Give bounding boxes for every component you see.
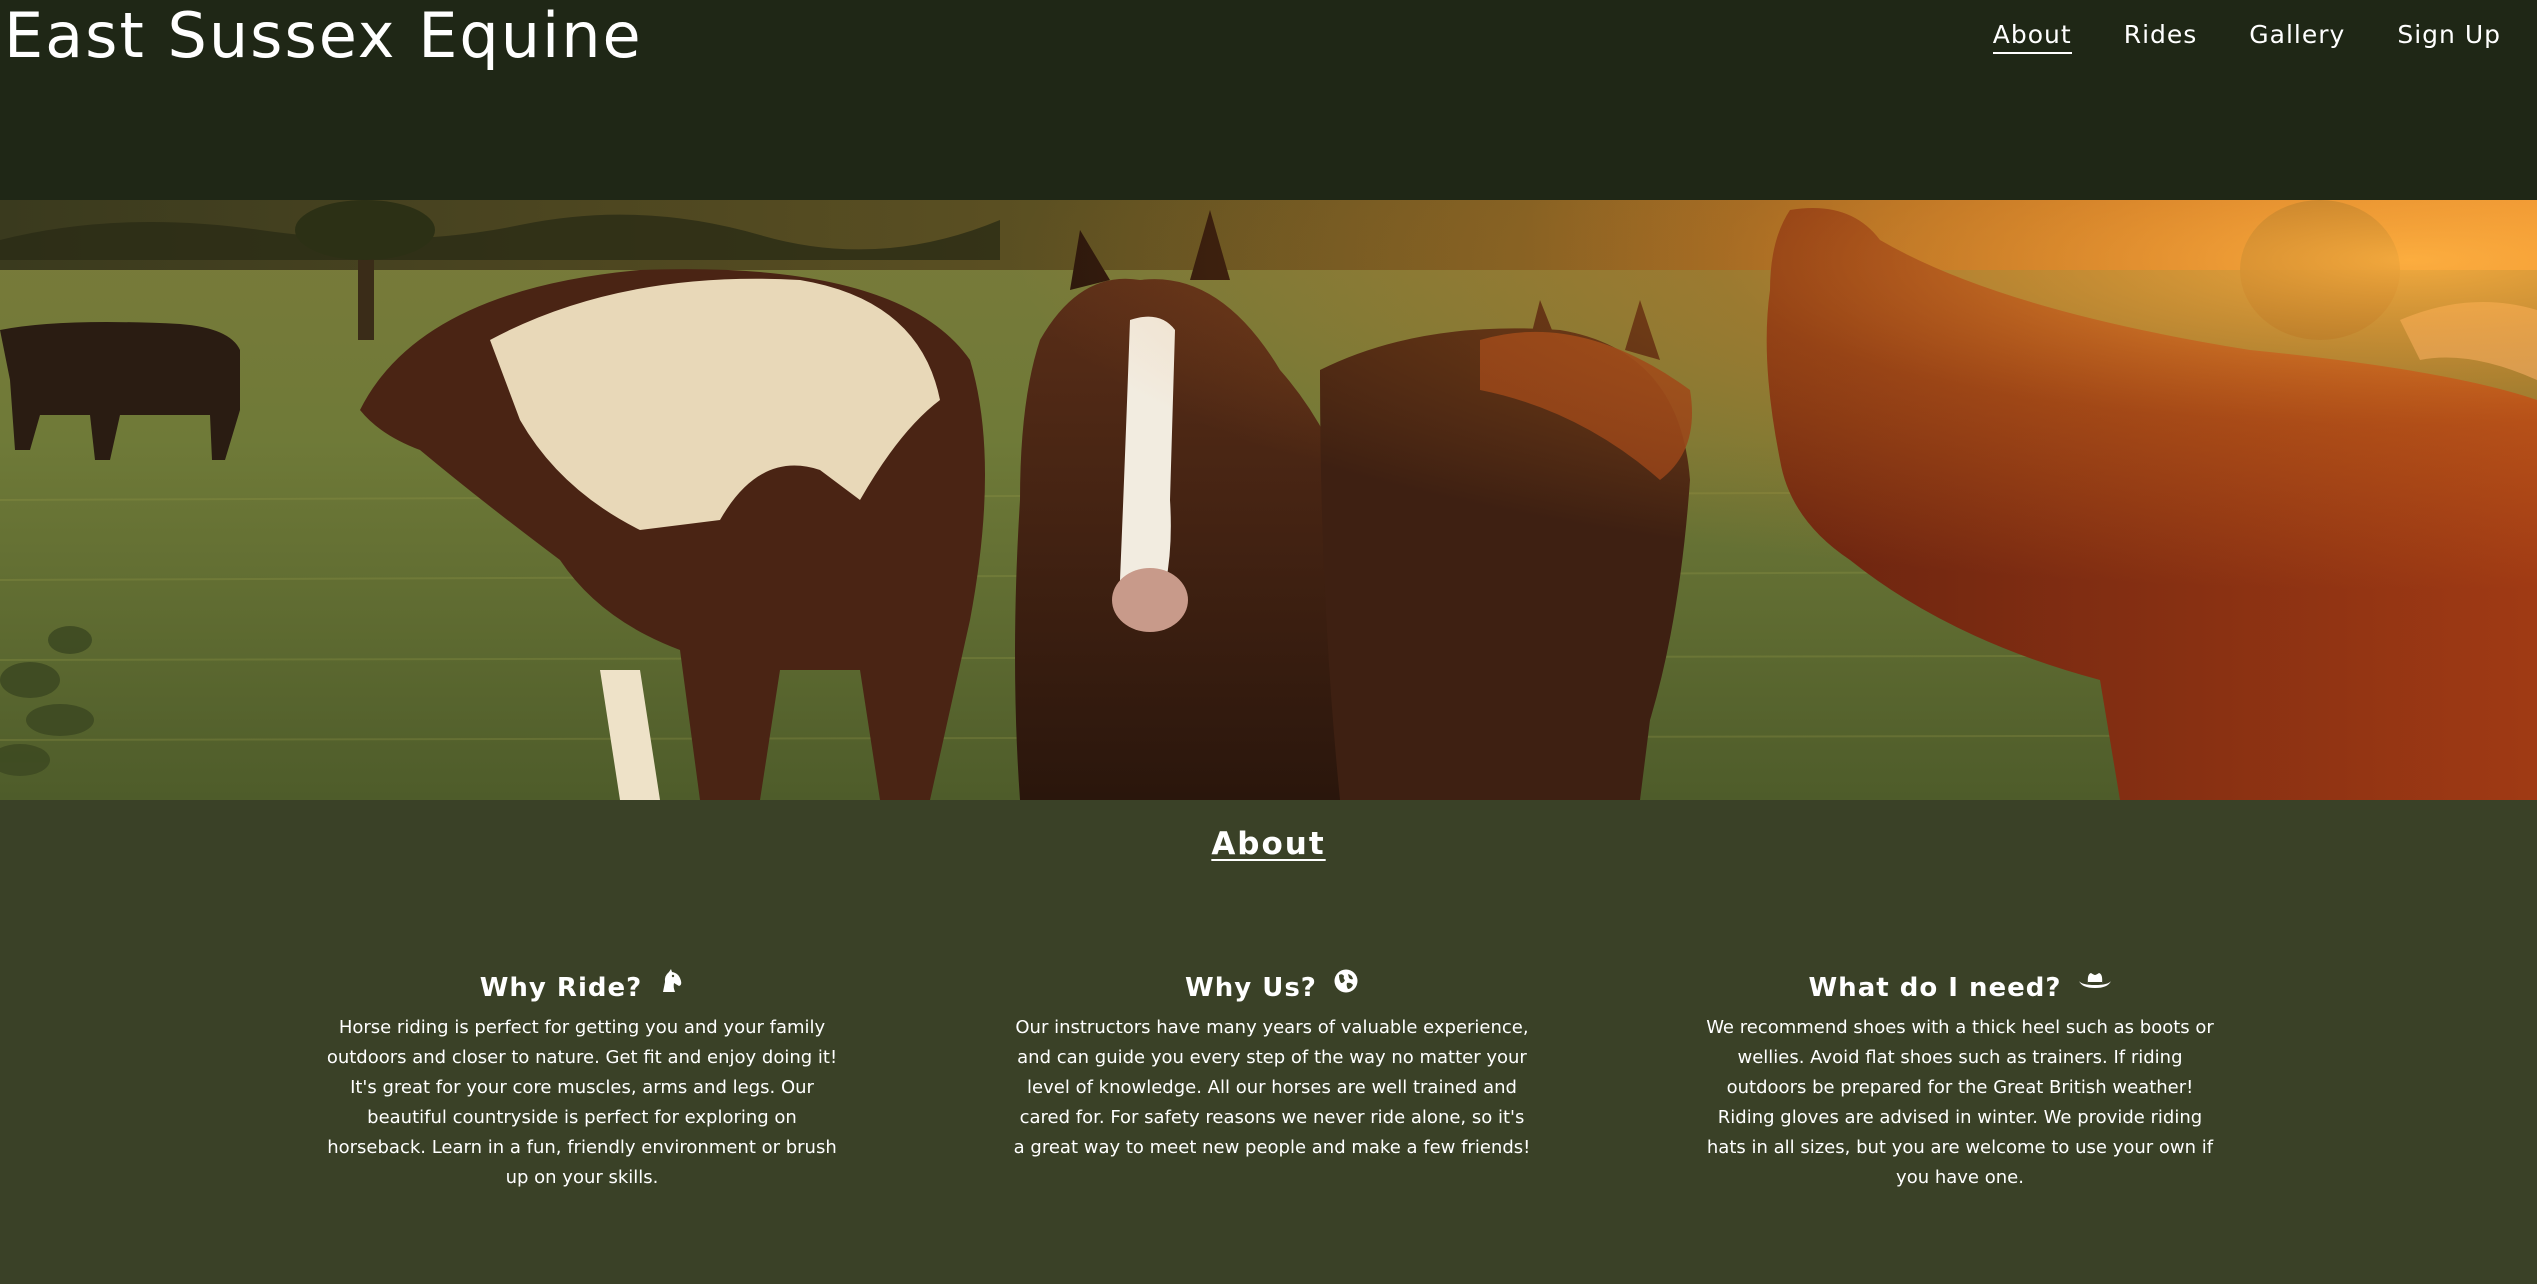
column-title: What do I need? [1700,968,2220,1009]
site-title[interactable]: East Sussex Equine [4,0,643,72]
nav-link-gallery[interactable]: Gallery [2249,18,2345,54]
nav-link-about[interactable]: About [1992,18,2072,54]
horse-head-icon [658,966,684,1006]
column-title-text: Why Us? [1185,973,1317,1003]
hero-image [0,200,2537,800]
column-title: Why Ride? [322,968,842,1009]
about-column-why-us: Why Us? Our instructors have many years … [1012,968,1532,1163]
about-heading: About [0,820,2537,868]
column-text: Horse riding is perfect for getting you … [326,1016,838,1188]
nav-link-rides[interactable]: Rides [2124,18,2198,54]
column-title: Why Us? [1012,968,1532,1009]
about-heading-text: About [1211,826,1326,862]
about-column-what-do-i-need: What do I need? We recommend shoes with … [1700,968,2220,1193]
globe-icon [1333,966,1359,1006]
column-text: Our instructors have many years of valua… [1013,1016,1531,1158]
column-title-text: Why Ride? [479,973,643,1003]
about-column-why-ride: Why Ride? Horse riding is perfect for ge… [322,968,842,1193]
nav-link-sign-up[interactable]: Sign Up [2397,18,2501,54]
cowboy-hat-icon [2078,966,2112,1006]
horses-in-field-photo [0,200,2537,800]
column-title-text: What do I need? [1808,973,2062,1003]
main-nav: About Rides Gallery Sign Up [1992,18,2501,54]
column-text: We recommend shoes with a thick heel suc… [1706,1016,2214,1188]
site-header: East Sussex Equine About Rides Gallery S… [0,0,2537,200]
